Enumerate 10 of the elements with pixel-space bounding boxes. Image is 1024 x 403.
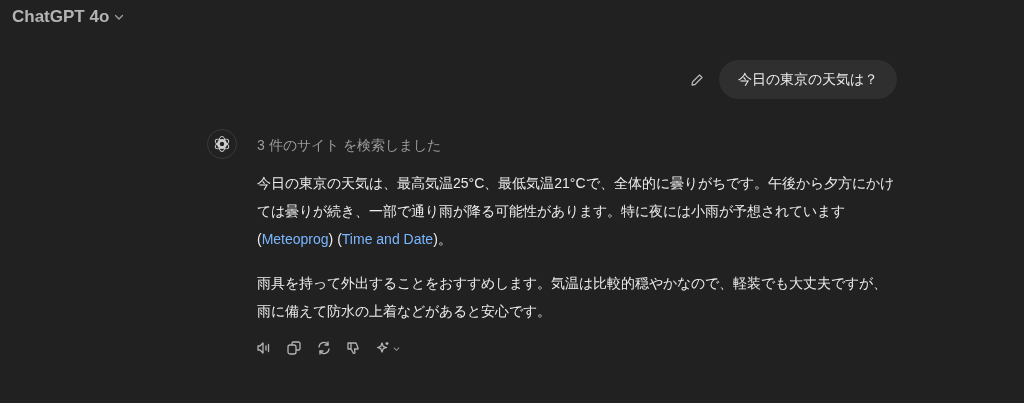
edit-icon[interactable]	[689, 71, 705, 88]
response-paragraph: 雨具を持って外出することをおすすめします。気温は比較的穏やかなので、軽装でも大丈夫ですが、雨に備えて防水の上着などがあると安心です。	[257, 274, 888, 321]
user-message: 今日の東京の天気は？	[719, 60, 897, 99]
regenerate-icon[interactable]	[315, 339, 333, 357]
source-link[interactable]: Meteoprog	[261, 231, 329, 247]
search-status-link[interactable]: 3 件のサイト を検索しました	[257, 135, 441, 156]
copy-icon[interactable]	[285, 339, 303, 357]
model-selector[interactable]: ChatGPT 4o	[12, 4, 126, 30]
source-link[interactable]: Time and Date	[341, 231, 434, 247]
response-paragraph: 今日の東京の天気は、最高気温25°C、最低気温21°Cで、全体的に曇りがちです。午後から夕方にかけては曇りが続き、一部で通り雨が降る可能性があります。特に夜には小雨が予想されています (Meteoprog) (Time and Date)。	[257, 174, 895, 249]
